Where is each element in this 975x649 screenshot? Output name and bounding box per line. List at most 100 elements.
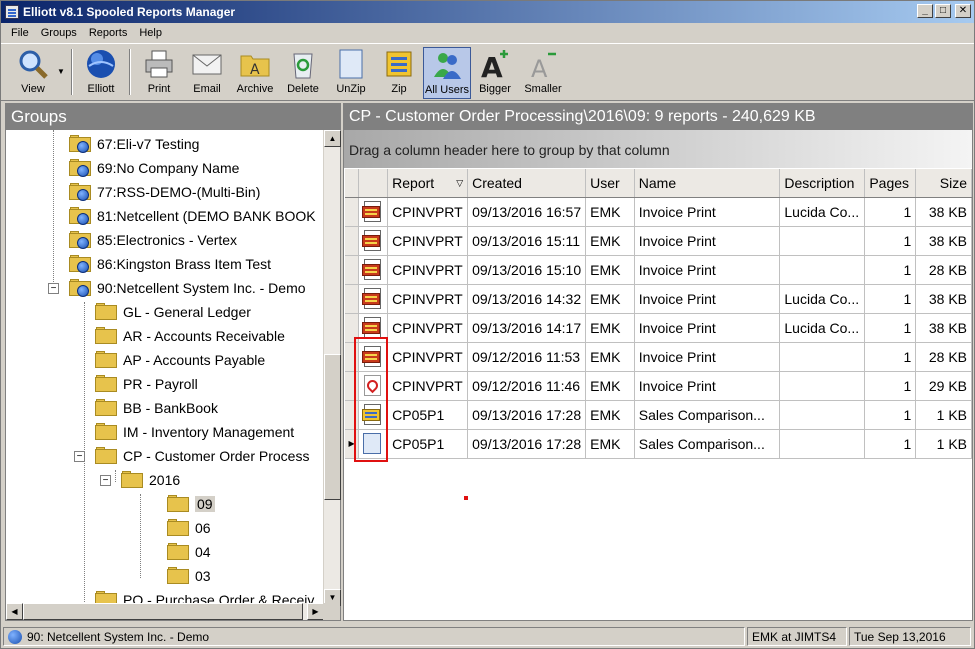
table-row[interactable]: CPINVPRT 09/13/2016 15:11 EMK Invoice Print… <box>345 226 972 256</box>
row-selector[interactable] <box>345 284 360 314</box>
archive-label: Archive <box>236 83 274 95</box>
tree-item-label: 09 <box>195 496 215 512</box>
tree-item-folder[interactable]: IM - Inventory Management <box>95 420 294 444</box>
cell-size: 28 KB <box>915 255 972 285</box>
email-button[interactable]: Email <box>183 47 231 99</box>
bigger-button[interactable]: A Bigger <box>471 47 519 99</box>
view-dropdown-arrow[interactable]: ▼ <box>57 67 67 76</box>
row-selector[interactable] <box>345 313 360 343</box>
table-row[interactable]: CPINVPRT 09/13/2016 15:10 EMK Invoice Print… <box>345 255 972 285</box>
folder-icon <box>167 567 191 585</box>
delete-button[interactable]: Delete <box>279 47 327 99</box>
collapse-toggle[interactable]: − <box>74 450 85 462</box>
scroll-up-button[interactable]: ▲ <box>324 130 341 147</box>
cell-description <box>779 400 866 430</box>
column-header-pages[interactable]: Pages <box>864 169 917 198</box>
tree-item-folder[interactable]: − CP - Customer Order Process <box>74 444 309 468</box>
cell-created: 09/13/2016 15:10 <box>467 255 587 285</box>
tree-item-company[interactable]: 67:Eli-v7 Testing <box>69 132 199 156</box>
row-selector[interactable]: ▶ <box>345 429 360 459</box>
cell-pages: 1 <box>864 255 917 285</box>
cell-size: 38 KB <box>915 284 972 314</box>
globe-icon <box>84 47 118 81</box>
column-header-name[interactable]: Name <box>634 169 781 198</box>
tree-item-folder[interactable]: 04 <box>167 540 211 564</box>
zip-button[interactable]: Zip <box>375 47 423 99</box>
tree-item-company[interactable]: 81:Netcellent (DEMO BANK BOOK <box>69 204 316 228</box>
menu-reports[interactable]: Reports <box>83 27 134 39</box>
table-row[interactable]: ▶ CP05P1 09/13/2016 17:28 EMK Sales Comparis… <box>345 429 972 459</box>
table-row[interactable]: CPINVPRT 09/13/2016 14:32 EMK Invoice Print… <box>345 284 972 314</box>
menu-help[interactable]: Help <box>133 27 168 39</box>
tree-item-company[interactable]: 77:RSS-DEMO-(Multi-Bin) <box>69 180 260 204</box>
tree-guide-line <box>140 494 141 578</box>
spooled-report-icon <box>361 200 383 223</box>
row-selector[interactable] <box>345 400 360 430</box>
archive-button[interactable]: A Archive <box>231 47 279 99</box>
cell-name: Invoice Print <box>634 371 781 401</box>
horizontal-scroll-thumb[interactable] <box>23 603 303 620</box>
maximize-button[interactable]: □ <box>935 4 951 18</box>
cell-created: 09/13/2016 17:28 <box>467 400 587 430</box>
table-row[interactable]: CPINVPRT 09/13/2016 16:57 EMK Invoice Print… <box>345 197 972 227</box>
tree-item-folder[interactable]: 06 <box>167 516 211 540</box>
tree-item-company[interactable]: 69:No Company Name <box>69 156 239 180</box>
minimize-button[interactable]: _ <box>917 4 933 18</box>
column-header-description[interactable]: Description <box>779 169 866 198</box>
company-folder-icon <box>69 159 93 177</box>
tree-item-label: 04 <box>195 544 211 560</box>
group-by-area[interactable]: Drag a column header here to group by th… <box>344 130 972 168</box>
collapse-toggle[interactable]: − <box>48 282 59 294</box>
tree-item-folder[interactable]: − 2016 <box>100 468 180 492</box>
row-selector[interactable] <box>345 197 360 227</box>
groups-vertical-scrollbar[interactable]: ▲ ▼ <box>323 130 341 606</box>
elliott-button[interactable]: Elliott <box>77 47 125 99</box>
tree-item-folder[interactable]: 03 <box>167 564 211 588</box>
scroll-thumb[interactable] <box>324 354 341 500</box>
cell-created: 09/13/2016 14:17 <box>467 313 587 343</box>
print-button[interactable]: Print <box>135 47 183 99</box>
row-selector[interactable] <box>345 371 360 401</box>
row-selector[interactable] <box>345 226 360 256</box>
tree-item-folder[interactable]: GL - General Ledger <box>95 300 251 324</box>
collapse-toggle[interactable]: − <box>100 474 111 486</box>
tree-item-folder[interactable]: 09 <box>167 492 215 516</box>
column-header-created[interactable]: Created <box>467 169 587 198</box>
table-row[interactable]: CPINVPRT 09/12/2016 11:53 EMK Invoice Print… <box>345 342 972 372</box>
company-folder-icon <box>69 231 93 249</box>
tree-item-folder[interactable]: AR - Accounts Receivable <box>95 324 285 348</box>
tree-item-folder[interactable]: BB - BankBook <box>95 396 218 420</box>
tree-item-company[interactable]: − 90:Netcellent System Inc. - Demo <box>48 276 306 300</box>
cell-description: Lucida Co... <box>779 313 866 343</box>
column-header-user[interactable]: User <box>585 169 635 198</box>
view-button[interactable]: View <box>9 47 57 99</box>
cell-name: Invoice Print <box>634 226 781 256</box>
scroll-right-button[interactable]: ▶ <box>307 603 324 620</box>
table-row[interactable]: CP05P1 09/13/2016 17:28 EMK Sales Compariso… <box>345 400 972 430</box>
report-type-cell <box>358 284 389 314</box>
close-button[interactable]: ✕ <box>955 4 971 18</box>
column-header-report[interactable]: Report ▽ <box>387 169 469 198</box>
toolbar: View ▼ Elliott Print Email A Archive Del… <box>1 43 974 101</box>
tree-item-folder[interactable]: AP - Accounts Payable <box>95 348 265 372</box>
unzip-button[interactable]: UnZip <box>327 47 375 99</box>
view-label: View <box>21 83 45 95</box>
menu-groups[interactable]: Groups <box>35 27 83 39</box>
cell-description <box>779 342 866 372</box>
table-row[interactable]: CPINVPRT 09/13/2016 14:17 EMK Invoice Print… <box>345 313 972 343</box>
row-selector[interactable] <box>345 255 360 285</box>
table-row[interactable]: CPINVPRT 09/12/2016 11:46 EMK Invoice Print… <box>345 371 972 401</box>
cell-size: 38 KB <box>915 313 972 343</box>
tree-item-company[interactable]: 86:Kingston Brass Item Test <box>69 252 271 276</box>
tree-item-folder[interactable]: PR - Payroll <box>95 372 198 396</box>
menu-file[interactable]: File <box>5 27 35 39</box>
scroll-left-button[interactable]: ◀ <box>6 603 23 620</box>
all-users-button[interactable]: All Users <box>423 47 471 99</box>
row-selector[interactable] <box>345 342 360 372</box>
cell-created: 09/12/2016 11:53 <box>467 342 587 372</box>
tree-item-company[interactable]: 85:Electronics - Vertex <box>69 228 237 252</box>
folder-icon <box>95 351 119 369</box>
smaller-button[interactable]: A Smaller <box>519 47 567 99</box>
column-header-size[interactable]: Size <box>915 169 972 198</box>
groups-horizontal-scrollbar[interactable]: ◀ ▶ <box>6 603 324 620</box>
